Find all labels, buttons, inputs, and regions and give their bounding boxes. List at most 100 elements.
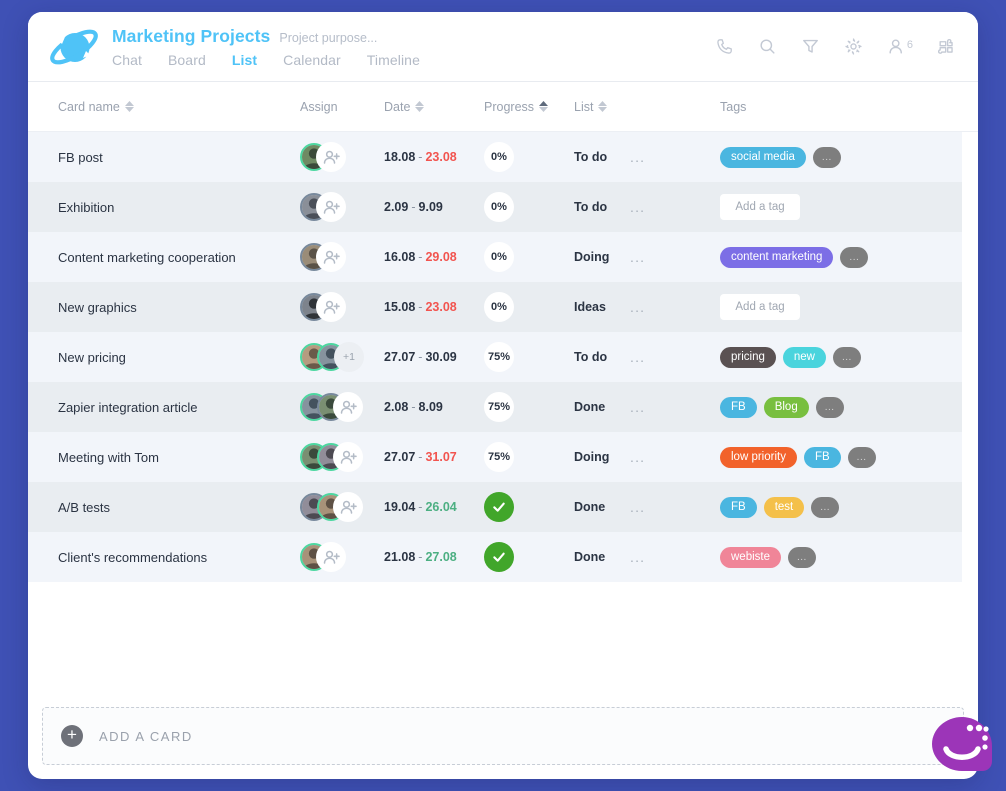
tag[interactable]: content marketing	[720, 246, 834, 268]
cell-tags[interactable]: Add a tag	[720, 194, 920, 220]
cell-card-name[interactable]: New pricing	[44, 350, 300, 365]
add-assignee-icon[interactable]	[333, 442, 363, 472]
tag[interactable]: new	[782, 346, 826, 368]
cell-assign[interactable]	[300, 390, 384, 424]
sort-icon-progress[interactable]	[539, 101, 549, 112]
add-assignee-icon[interactable]	[333, 492, 363, 522]
cell-progress[interactable]: 0%	[484, 292, 574, 322]
tag-more-button[interactable]: ...	[847, 446, 876, 468]
cell-date[interactable]: 2.09-9.09	[384, 200, 484, 214]
add-assignee-icon[interactable]	[316, 142, 346, 172]
cell-tags[interactable]: content marketing...	[720, 246, 920, 268]
cell-card-name[interactable]: FB post	[44, 150, 300, 165]
cell-progress[interactable]: 75%	[484, 442, 574, 472]
cell-progress[interactable]: 75%	[484, 342, 574, 372]
row-menu-icon[interactable]: ...	[630, 350, 645, 364]
cell-progress[interactable]: 0%	[484, 192, 574, 222]
table-row[interactable]: Meeting with Tom 27.07-31.07 75% Doing... lo…	[28, 432, 962, 482]
search-icon[interactable]	[758, 37, 777, 56]
tag[interactable]: FB	[803, 446, 841, 468]
column-header-list[interactable]: List	[574, 100, 720, 114]
cell-assign[interactable]	[300, 290, 384, 324]
progress-value[interactable]: 0%	[484, 142, 514, 172]
tag[interactable]: webiste	[720, 546, 781, 568]
cell-tags[interactable]: webiste...	[720, 546, 920, 568]
tag-more-button[interactable]: ...	[788, 546, 816, 568]
tag[interactable]: FB	[720, 396, 757, 418]
table-row[interactable]: Zapier integration article 2.08-8.09 75% Do…	[28, 382, 962, 432]
row-menu-icon[interactable]: ...	[630, 300, 645, 314]
cell-progress[interactable]: 75%	[484, 392, 574, 422]
cell-card-name[interactable]: Meeting with Tom	[44, 450, 300, 465]
cell-assign[interactable]	[300, 540, 384, 574]
add-tag-button[interactable]: Add a tag	[720, 194, 800, 220]
tag-more-button[interactable]: ...	[815, 396, 844, 418]
progress-value[interactable]: 75%	[484, 392, 514, 422]
cell-list[interactable]: Doing...	[574, 250, 720, 264]
row-menu-icon[interactable]: ...	[630, 450, 645, 464]
cell-date[interactable]: 15.08-23.08	[384, 300, 484, 314]
progress-value[interactable]: 75%	[484, 442, 514, 472]
tag[interactable]: Blog	[763, 396, 809, 418]
add-assignee-icon[interactable]	[316, 292, 346, 322]
tag-more-button[interactable]: ...	[811, 496, 840, 518]
filter-icon[interactable]	[801, 37, 820, 56]
cell-tags[interactable]: social media...	[720, 146, 920, 168]
cell-tags[interactable]: FB test...	[720, 496, 920, 518]
table-row[interactable]: New graphics 15.08-23.08 0% Ideas... Add a t…	[28, 282, 962, 332]
cell-date[interactable]: 19.04-26.04	[384, 500, 484, 514]
add-tag-button[interactable]: Add a tag	[720, 294, 800, 320]
table-row[interactable]: Content marketing cooperation 16.08-29.08…	[28, 232, 962, 282]
cell-assign[interactable]	[300, 140, 384, 174]
cell-progress[interactable]: 0%	[484, 142, 574, 172]
cell-list[interactable]: To do...	[574, 350, 720, 364]
cell-card-name[interactable]: Zapier integration article	[44, 400, 300, 415]
add-assignee-icon[interactable]	[333, 392, 363, 422]
sort-icon-date[interactable]	[415, 101, 425, 112]
add-assignee-icon[interactable]	[316, 242, 346, 272]
progress-value[interactable]: 75%	[484, 342, 514, 372]
table-row[interactable]: Exhibition 2.09-9.09 0% To do... Add a tag	[28, 182, 962, 232]
row-menu-icon[interactable]: ...	[630, 250, 645, 264]
tag[interactable]: low priority	[720, 446, 797, 468]
sort-icon-card-name[interactable]	[124, 101, 134, 112]
column-header-progress[interactable]: Progress	[484, 100, 574, 114]
cell-list[interactable]: To do...	[574, 150, 720, 164]
cell-assign[interactable]	[300, 490, 384, 524]
tag-more-button[interactable]: ...	[840, 246, 869, 268]
sort-icon-list[interactable]	[598, 101, 608, 112]
cell-list[interactable]: To do...	[574, 200, 720, 214]
tag-more-button[interactable]: ...	[812, 146, 841, 168]
row-menu-icon[interactable]: ...	[630, 500, 645, 514]
cell-progress[interactable]	[484, 492, 574, 522]
progress-complete-check-icon[interactable]	[484, 492, 514, 522]
cell-list[interactable]: Done...	[574, 400, 720, 414]
row-menu-icon[interactable]: ...	[630, 550, 645, 564]
tab-calendar[interactable]: Calendar	[283, 52, 341, 68]
cell-date[interactable]: 27.07-30.09	[384, 350, 484, 364]
cell-assign[interactable]	[300, 190, 384, 224]
members-icon[interactable]: 6	[887, 37, 913, 56]
cell-card-name[interactable]: A/B tests	[44, 500, 300, 515]
cell-date[interactable]: 2.08-8.09	[384, 400, 484, 414]
tab-chat[interactable]: Chat	[112, 52, 142, 68]
cell-list[interactable]: Ideas...	[574, 300, 720, 314]
cell-list[interactable]: Doing...	[574, 450, 720, 464]
tab-timeline[interactable]: Timeline	[367, 52, 420, 68]
cell-card-name[interactable]: Content marketing cooperation	[44, 250, 300, 265]
cell-date[interactable]: 27.07-31.07	[384, 450, 484, 464]
row-menu-icon[interactable]: ...	[630, 400, 645, 414]
table-row[interactable]: Client's recommendations 21.08-27.08 Done.…	[28, 532, 962, 582]
cell-list[interactable]: Done...	[574, 550, 720, 564]
cell-card-name[interactable]: Exhibition	[44, 200, 300, 215]
chat-smiley-icon[interactable]	[930, 715, 994, 779]
phone-icon[interactable]	[715, 37, 734, 56]
progress-value[interactable]: 0%	[484, 242, 514, 272]
cell-list[interactable]: Done...	[574, 500, 720, 514]
tag[interactable]: social media	[720, 146, 806, 168]
cell-tags[interactable]: pricing new...	[720, 346, 920, 368]
column-header-date[interactable]: Date	[384, 100, 484, 114]
cell-date[interactable]: 18.08-23.08	[384, 150, 484, 164]
cell-assign[interactable]	[300, 440, 384, 474]
tag[interactable]: test	[763, 496, 805, 518]
